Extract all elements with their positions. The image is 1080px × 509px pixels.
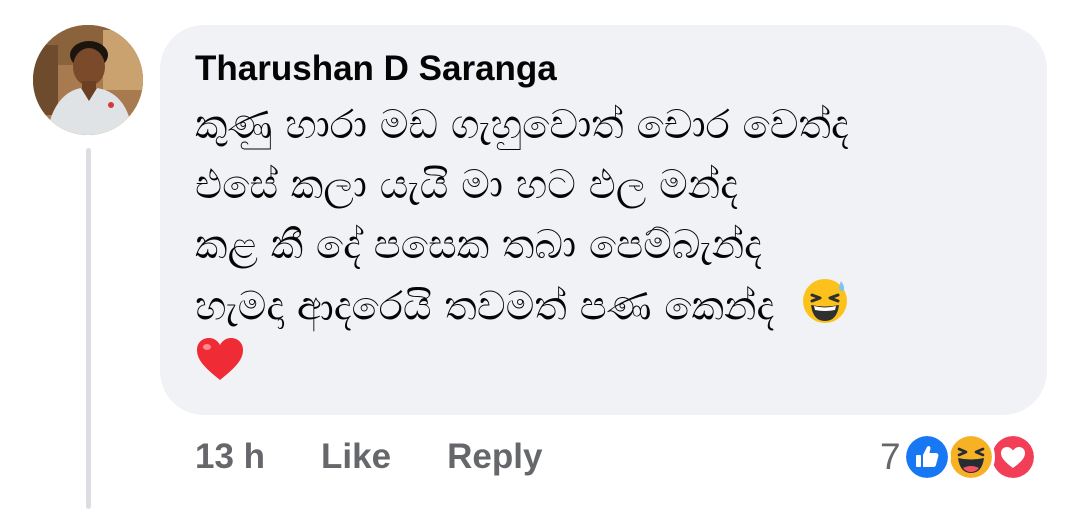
reaction-count: 7 [880, 436, 901, 477]
grinning-squinting-sweat-emoji-icon [800, 275, 850, 342]
comment-container: Tharushan D Saranga කුණු හාරා මඩ ගැහුවොත… [0, 0, 1080, 509]
reaction-icons [902, 433, 1037, 481]
like-button[interactable]: Like [321, 437, 391, 477]
like-reaction-icon [902, 433, 951, 481]
reactions-summary[interactable]: 7 [880, 428, 1037, 486]
comment-author-name[interactable]: Tharushan D Saranga [195, 47, 1017, 91]
comment-actions: 13 h Like Reply [195, 432, 542, 482]
haha-reaction-icon [946, 433, 995, 481]
red-heart-emoji-icon [195, 336, 245, 399]
comment-timestamp[interactable]: 13 h [195, 437, 265, 477]
reply-button[interactable]: Reply [447, 437, 542, 477]
comment-text: කුණු හාරා මඩ ගැහුවොත් චොර වෙත්ද එසේ කලා … [195, 95, 1017, 395]
comment-line-heart [195, 335, 1017, 395]
comment-line-with-emoji: හැමදා ආදරෙයි තවමත් පණ කෙන්ද [195, 275, 1017, 335]
comment-line: කුණු හාරා මඩ ගැහුවොත් චොර වෙත්ද [195, 102, 849, 148]
love-reaction-icon [988, 433, 1037, 481]
comment-line: කළ කී දේ පසෙක තබා පෙම්බැන්ද [195, 222, 762, 268]
reply-thread-line [86, 148, 91, 509]
comment-line: එසේ කලා යැයි මා හට ඵල මන්ද [195, 162, 738, 208]
comment-bubble: Tharushan D Saranga කුණු හාරා මඩ ගැහුවොත… [160, 25, 1047, 415]
comment-line: හැමදා ආදරෙයි තවමත් පණ කෙන්ද [195, 283, 775, 330]
avatar[interactable] [33, 25, 143, 135]
profile-photo [33, 25, 143, 135]
